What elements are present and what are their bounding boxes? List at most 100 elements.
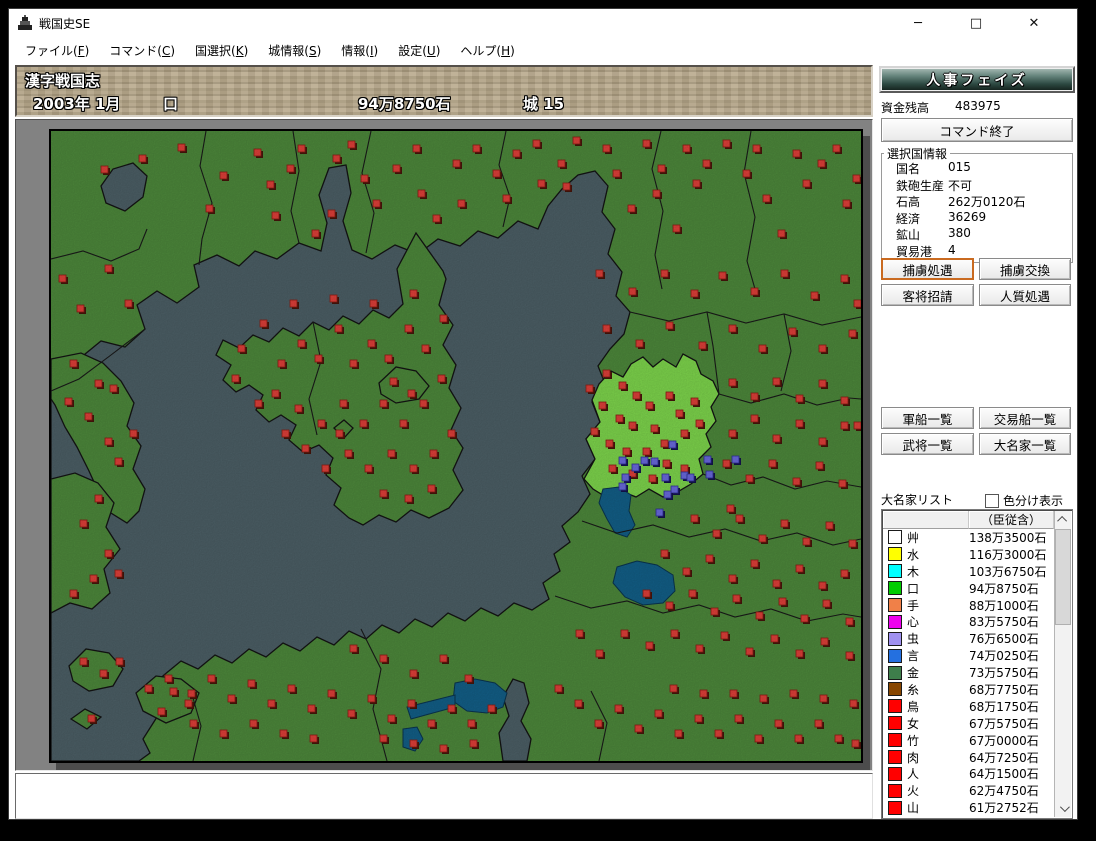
daimyo-column-header: [883, 511, 969, 529]
daimyo-name: 火: [907, 784, 920, 799]
hostage-treatment-button[interactable]: 人質処遇: [979, 284, 1071, 306]
screen: { "window": { "title": "戦国史SE", "control…: [0, 0, 1096, 841]
scrollbar-thumb[interactable]: [1055, 529, 1071, 625]
selected-country-info: 選択国情報 国名 015 鉄砲生産 不可 石高 262万0120石 経済 36269 鉱山 380…: [881, 145, 1073, 263]
daimyo-color-swatch: [888, 783, 902, 798]
trade-ship-list-button[interactable]: 交易船一覧: [979, 407, 1071, 429]
menu-item-s[interactable]: 城情報(S): [258, 39, 331, 62]
prisoner-treatment-button[interactable]: 捕虜処遇: [881, 258, 974, 280]
daimyo-color-swatch: [888, 699, 902, 714]
daimyo-list-scrollbar[interactable]: [1054, 511, 1071, 817]
map-frame: [15, 119, 873, 771]
daimyo-list-title: 大名家リスト: [881, 493, 954, 507]
guest-general-invite-button[interactable]: 客将招請: [881, 284, 974, 306]
scroll-up-button[interactable]: [1055, 511, 1071, 528]
menu-item-u[interactable]: 設定(U): [388, 39, 450, 62]
daimyo-koku: 116万3000石: [969, 547, 1047, 562]
country-info-row: 鉱山 380: [896, 226, 971, 242]
daimyo-koku: 64万1500石: [969, 767, 1039, 782]
end-command-button[interactable]: コマンド終了: [881, 118, 1073, 142]
daimyo-name: 肉: [907, 750, 920, 765]
list-actions: 軍船一覧 交易船一覧 武将一覧 大名家一覧: [881, 407, 1073, 455]
daimyo-color-swatch: [888, 648, 902, 663]
country-info-row: 石高 262万0120石: [896, 195, 1026, 209]
daimyo-list-item[interactable]: 金 73万5750石: [883, 664, 1054, 681]
country-info-row: 国名 015: [896, 160, 971, 176]
status-banner: 漢字戦国志 2003年 1月 口 94万8750石 城 15: [15, 65, 873, 117]
menu-item-k[interactable]: 国選択(K): [185, 39, 258, 62]
daimyo-koku: 76万6500石: [969, 632, 1039, 647]
daimyo-koku: 68万7750石: [969, 682, 1039, 697]
scroll-down-button[interactable]: [1055, 800, 1071, 817]
app-window: 戦国史SE ─ □ ✕ ファイル(F) コマンド(C) 国選択(K) 城情報(S) 情報…: [8, 8, 1078, 820]
map-texture: [51, 131, 861, 761]
funds-label: 資金残高: [881, 101, 930, 115]
daimyo-koku: 67万5750石: [969, 716, 1039, 731]
menu-item-f[interactable]: ファイル(F): [15, 39, 99, 62]
daimyo-list-item[interactable]: 木 103万6750石: [883, 563, 1054, 580]
daimyo-koku: 83万5750石: [969, 615, 1039, 630]
scenario-title: 漢字戦国志: [25, 72, 101, 90]
general-list-button[interactable]: 武将一覧: [881, 433, 974, 455]
daimyo-list-item[interactable]: 虫 76万6500石: [883, 630, 1054, 647]
daimyo-list-item[interactable]: 心 83万5750石: [883, 613, 1054, 630]
daimyo-color-swatch: [888, 564, 902, 579]
player-koku: 94万8750石: [358, 95, 451, 113]
daimyo-list-item[interactable]: 糸 68万7750石: [883, 681, 1054, 698]
daimyo-name: 口: [907, 581, 920, 596]
daimyo-name: 人: [907, 767, 920, 782]
daimyo-color-swatch: [888, 750, 902, 765]
phase-label: 人事フェイズ: [926, 72, 1028, 89]
daimyo-color-swatch: [888, 530, 902, 545]
daimyo-color-swatch: [888, 716, 902, 731]
daimyo-list-item[interactable]: 女 67万5750石: [883, 715, 1054, 732]
daimyo-name: 糸: [907, 682, 920, 697]
daimyo-list-item[interactable]: 口 94万8750石: [883, 580, 1054, 597]
menu-item-i[interactable]: 情報(I): [331, 39, 388, 62]
daimyo-list-item[interactable]: 鳥 68万1750石: [883, 698, 1054, 715]
daimyo-list-item[interactable]: 山 61万2752石: [883, 799, 1054, 816]
daimyo-koku: 138万3500石: [969, 530, 1047, 545]
daimyo-list-item[interactable]: 艸 138万3500石: [883, 529, 1054, 546]
daimyo-name: 金: [907, 666, 920, 681]
daimyo-list-button[interactable]: 大名家一覧: [979, 433, 1071, 455]
daimyo-list-item[interactable]: 火 62万4750石: [883, 782, 1054, 799]
player-castle-count: 城 15: [523, 95, 565, 113]
country-info-row: 貿易港 4: [896, 242, 956, 259]
daimyo-name: 木: [907, 564, 920, 579]
daimyo-list-item[interactable]: 肉 64万7250石: [883, 749, 1054, 766]
prisoner-exchange-button[interactable]: 捕虜交換: [979, 258, 1071, 280]
menu-bar: ファイル(F) コマンド(C) 国選択(K) 城情報(S) 情報(I) 設定(U) ヘルプ(…: [9, 37, 1083, 63]
chevron-down-icon: [1059, 802, 1070, 813]
window-title: 戦国史SE: [39, 16, 91, 31]
daimyo-color-swatch: [888, 598, 902, 612]
daimyo-koku: 61万2752石: [969, 801, 1039, 816]
close-button[interactable]: ✕: [1005, 9, 1063, 37]
daimyo-list-item[interactable]: 人 64万1500石: [883, 765, 1054, 782]
minimize-button[interactable]: ─: [889, 9, 947, 37]
koku-column-header: （臣従含）: [969, 511, 1054, 529]
daimyo-list-item[interactable]: 手 88万1000石: [883, 597, 1054, 614]
game-date: 2003年 1月: [33, 95, 121, 113]
daimyo-name: 虫: [907, 632, 920, 647]
daimyo-list-item[interactable]: 竹 67万0000石: [883, 732, 1054, 749]
warship-list-button[interactable]: 軍船一覧: [881, 407, 974, 429]
map-viewport[interactable]: [49, 129, 863, 763]
daimyo-koku: 88万1000石: [969, 598, 1039, 613]
daimyo-color-swatch: [888, 800, 902, 815]
daimyo-color-swatch: [888, 614, 902, 629]
menu-item-h[interactable]: ヘルプ(H): [450, 39, 524, 62]
daimyo-list-item[interactable]: 水 116万3000石: [883, 546, 1054, 563]
color-display-checkbox[interactable]: [985, 493, 999, 508]
daimyo-color-swatch: [888, 733, 902, 748]
daimyo-koku: 73万5750石: [969, 666, 1039, 681]
menu-item-c[interactable]: コマンド(C): [99, 39, 185, 62]
daimyo-list-item[interactable]: 言 74万0250石: [883, 647, 1054, 664]
app-icon: [18, 15, 32, 30]
title-bar: 戦国史SE ─ □ ✕: [9, 9, 1077, 37]
chevron-up-icon: [1056, 515, 1067, 526]
daimyo-list: （臣従含） 艸 138万3500石水 116万3000石木 103万6750石口 94万…: [881, 509, 1073, 819]
daimyo-koku: 62万4750石: [969, 784, 1039, 799]
maximize-button[interactable]: □: [947, 9, 1005, 37]
daimyo-koku: 74万0250石: [969, 649, 1039, 664]
